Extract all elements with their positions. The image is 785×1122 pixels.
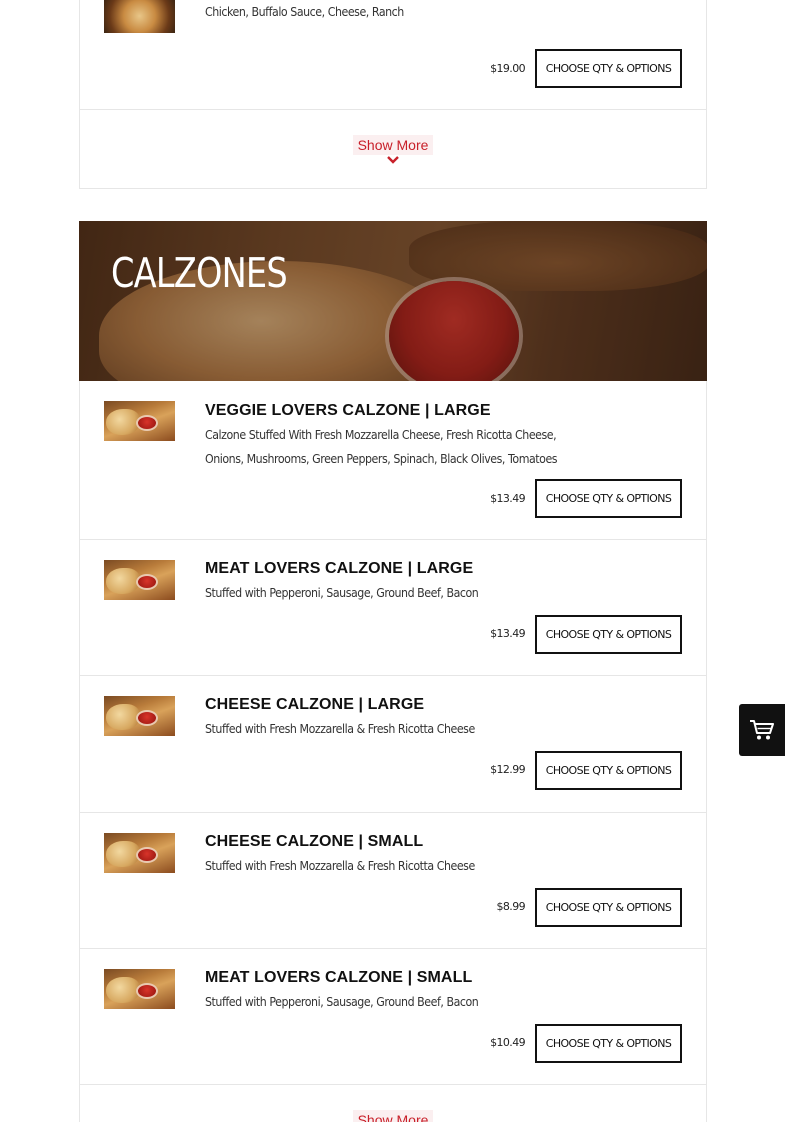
choose-qty-options-button[interactable]: CHOOSE QTY & OPTIONS <box>535 888 682 927</box>
item-title: MEAT LOVERS CALZONE | LARGE <box>205 560 474 577</box>
show-more: Show More <box>80 1084 706 1122</box>
item-description-line2: Onions, Mushrooms, Green Peppers, Spinac… <box>205 452 558 466</box>
item-title: VEGGIE LOVERS CALZONE | LARGE <box>205 402 491 419</box>
choose-qty-options-button[interactable]: CHOOSE QTY & OPTIONS <box>535 49 682 88</box>
menu-item: MEAT LOVERS CALZONE | LARGE Stuffed with… <box>80 539 706 675</box>
menu-item: Chicken, Buffalo Sauce, Cheese, Ranch $1… <box>80 0 706 110</box>
item-title: CHEESE CALZONE | SMALL <box>205 833 424 850</box>
choose-qty-options-button[interactable]: CHOOSE QTY & OPTIONS <box>535 1024 682 1063</box>
show-more-button[interactable]: Show More <box>352 1110 434 1122</box>
menu-item: VEGGIE LOVERS CALZONE | LARGE Calzone St… <box>80 381 706 539</box>
item-price: $10.49 <box>490 1036 525 1049</box>
item-price: $13.49 <box>490 492 525 505</box>
item-title: MEAT LOVERS CALZONE | SMALL <box>205 969 473 986</box>
item-price: $8.99 <box>496 900 526 913</box>
item-price: $13.49 <box>490 627 525 640</box>
choose-qty-options-button[interactable]: CHOOSE QTY & OPTIONS <box>535 751 682 790</box>
item-thumbnail[interactable] <box>104 0 175 33</box>
item-thumbnail[interactable] <box>104 969 175 1009</box>
item-thumbnail[interactable] <box>104 401 175 441</box>
section-banner: CALZONES <box>79 221 707 381</box>
menu-item: MEAT LOVERS CALZONE | SMALL Stuffed with… <box>80 948 706 1084</box>
item-thumbnail[interactable] <box>104 696 175 736</box>
item-title: CHEESE CALZONE | LARGE <box>205 696 425 713</box>
item-description: Stuffed with Fresh Mozzarella & Fresh Ri… <box>205 859 475 873</box>
menu-item: CHEESE CALZONE | LARGE Stuffed with Fres… <box>80 675 706 812</box>
item-description: Stuffed with Pepperoni, Sausage, Ground … <box>205 995 479 1009</box>
section-card: VEGGIE LOVERS CALZONE | LARGE Calzone St… <box>79 381 707 1122</box>
show-more-button[interactable]: Show More <box>352 135 434 155</box>
chevron-down-icon[interactable] <box>386 155 400 165</box>
previous-section-card: Chicken, Buffalo Sauce, Cheese, Ranch $1… <box>79 0 707 189</box>
item-thumbnail[interactable] <box>104 560 175 600</box>
item-description: Calzone Stuffed With Fresh Mozzarella Ch… <box>205 428 557 442</box>
item-description: Chicken, Buffalo Sauce, Cheese, Ranch <box>205 5 404 19</box>
choose-qty-options-button[interactable]: CHOOSE QTY & OPTIONS <box>535 479 682 518</box>
item-price: $19.00 <box>490 62 525 75</box>
section-title: CALZONES <box>111 249 288 297</box>
floating-cart-button[interactable] <box>739 704 785 756</box>
item-thumbnail[interactable] <box>104 833 175 873</box>
choose-qty-options-button[interactable]: CHOOSE QTY & OPTIONS <box>535 615 682 654</box>
menu-item: CHEESE CALZONE | SMALL Stuffed with Fres… <box>80 812 706 948</box>
item-description: Stuffed with Fresh Mozzarella & Fresh Ri… <box>205 722 475 736</box>
item-description: Stuffed with Pepperoni, Sausage, Ground … <box>205 586 479 600</box>
shopping-cart-icon <box>750 720 774 740</box>
item-price: $12.99 <box>490 763 525 776</box>
show-more: Show More <box>80 109 706 188</box>
